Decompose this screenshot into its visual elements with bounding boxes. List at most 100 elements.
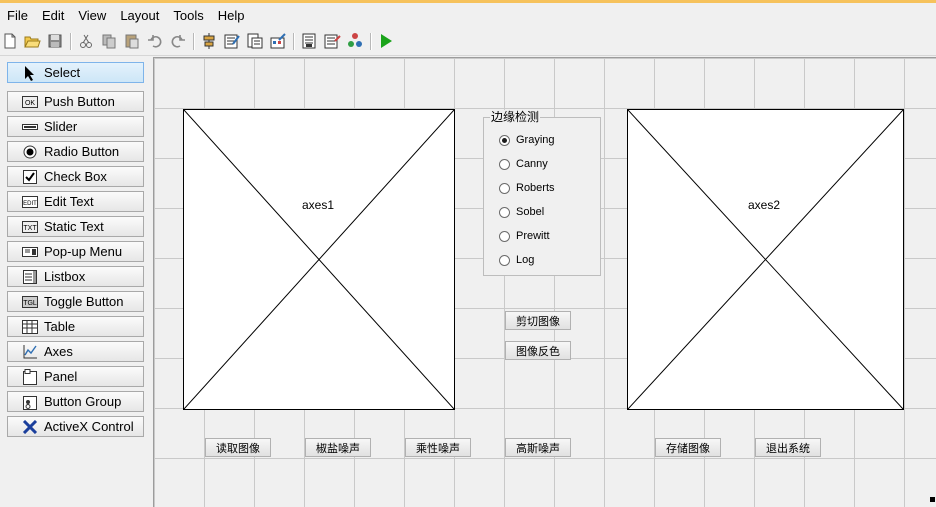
copy-icon[interactable] (100, 32, 118, 50)
toolbar-separator (193, 33, 195, 50)
palette-edit-text[interactable]: EDIT Edit Text (7, 191, 144, 212)
layout-canvas[interactable]: axes1 边缘检测 Graying Canny Roberts Sobel P… (153, 57, 936, 507)
gaussian-noise-button[interactable]: 高斯噪声 (505, 438, 571, 457)
menu-view[interactable]: View (71, 3, 113, 28)
menu-bar: File Edit View Layout Tools Help (0, 3, 936, 28)
radio-label: Log (516, 254, 535, 266)
palette-check-box[interactable]: Check Box (7, 166, 144, 187)
cut-icon[interactable] (77, 32, 95, 50)
edit-text-icon: EDIT (22, 194, 38, 210)
palette-axes[interactable]: Axes (7, 341, 144, 362)
invert-image-button[interactable]: 图像反色 (505, 341, 571, 360)
axes1-placeholder-cross (184, 110, 454, 409)
tab-order-icon[interactable] (246, 32, 264, 50)
menu-file[interactable]: File (0, 3, 35, 28)
undo-icon[interactable] (146, 32, 164, 50)
palette-label: Check Box (44, 169, 107, 184)
radio-indicator (499, 158, 510, 170)
check-box-icon (22, 169, 38, 185)
radio-indicator (499, 182, 510, 194)
listbox-icon (22, 269, 38, 285)
palette-panel[interactable]: Panel (7, 366, 144, 387)
crop-image-button[interactable]: 剪切图像 (505, 311, 571, 330)
slider-icon (22, 119, 38, 135)
radio-label: Prewitt (516, 230, 550, 242)
object-browser-icon[interactable] (346, 32, 364, 50)
redo-icon[interactable] (169, 32, 187, 50)
radio-graying[interactable]: Graying (499, 132, 555, 148)
multiplicative-noise-button[interactable]: 乘性噪声 (405, 438, 471, 457)
align-icon[interactable] (200, 32, 218, 50)
new-file-icon[interactable] (1, 32, 19, 50)
palette-button-group[interactable]: Button Group (7, 391, 144, 412)
pointer-icon (22, 65, 38, 81)
radio-sobel[interactable]: Sobel (499, 204, 544, 220)
palette-label: Panel (44, 369, 78, 384)
panel-title: 边缘检测 (490, 110, 541, 124)
radio-indicator (499, 254, 510, 266)
read-image-button[interactable]: 读取图像 (205, 438, 271, 457)
radio-label: Sobel (516, 206, 545, 218)
save-icon[interactable] (46, 32, 64, 50)
radio-indicator (499, 230, 510, 242)
palette-table[interactable]: Table (7, 316, 144, 337)
palette-radio-button[interactable]: Radio Button (7, 141, 144, 162)
axes-icon (22, 344, 38, 360)
canvas-resize-handle[interactable] (930, 497, 935, 502)
palette-slider[interactable]: Slider (7, 116, 144, 137)
palette-label: Radio Button (44, 144, 120, 159)
toolbar (0, 28, 936, 56)
axes2-label: axes2 (748, 198, 781, 212)
radio-button-icon (22, 144, 38, 160)
radio-label: Roberts (516, 182, 555, 194)
radio-canny[interactable]: Canny (499, 156, 548, 172)
panel-icon (22, 368, 38, 385)
palette-label: Axes (44, 344, 73, 359)
axes1-label: axes1 (302, 198, 335, 212)
palette-activex-control[interactable]: ActiveX Control (7, 416, 144, 437)
radio-label: Graying (516, 134, 555, 146)
toolbar-separator (293, 33, 295, 50)
palette-listbox[interactable]: Listbox (7, 266, 144, 287)
radio-label: Canny (516, 158, 548, 170)
toolbar-editor-icon[interactable] (269, 32, 287, 50)
activex-icon (22, 419, 38, 435)
palette-label: Button Group (44, 394, 122, 409)
menu-edit[interactable]: Edit (35, 3, 71, 28)
palette-push-button[interactable]: OK Push Button (7, 91, 144, 112)
palette-select[interactable]: Select (7, 62, 144, 83)
palette-popup-menu[interactable]: Pop-up Menu (7, 241, 144, 262)
open-folder-icon[interactable] (23, 32, 41, 50)
exit-system-button[interactable]: 退出系统 (755, 438, 821, 457)
palette-label: Slider (44, 119, 78, 134)
menu-tools[interactable]: Tools (166, 3, 210, 28)
axes1[interactable]: axes1 (183, 109, 455, 410)
button-group-icon (22, 394, 38, 410)
radio-prewitt[interactable]: Prewitt (499, 228, 550, 244)
palette-label: Push Button (44, 94, 115, 109)
radio-roberts[interactable]: Roberts (499, 180, 555, 196)
salt-pepper-noise-button[interactable]: 椒盐噪声 (305, 438, 371, 457)
palette-label: Toggle Button (44, 294, 124, 309)
radio-log[interactable]: Log (499, 252, 534, 268)
palette-label: Pop-up Menu (44, 244, 123, 259)
axes2[interactable]: axes2 (627, 109, 904, 410)
palette-badge-text: EDIT (23, 201, 37, 207)
save-image-button[interactable]: 存储图像 (655, 438, 721, 457)
paste-icon[interactable] (123, 32, 141, 50)
axes2-placeholder-cross (628, 110, 903, 409)
menu-help[interactable]: Help (211, 3, 252, 28)
edge-detection-panel[interactable]: 边缘检测 Graying Canny Roberts Sobel Prewitt… (483, 110, 601, 276)
toolbar-separator (70, 33, 72, 50)
m-file-editor-icon[interactable] (300, 32, 318, 50)
toolbar-separator (370, 33, 372, 50)
palette-static-text[interactable]: TXT Static Text (7, 216, 144, 237)
palette-label: Static Text (44, 219, 104, 234)
palette-toggle-button[interactable]: TGL Toggle Button (7, 291, 144, 312)
menu-layout[interactable]: Layout (113, 3, 166, 28)
run-icon[interactable] (377, 32, 395, 50)
property-inspector-icon[interactable] (323, 32, 341, 50)
menu-editor-icon[interactable] (223, 32, 241, 50)
component-palette: Select OK Push Button Slider Radio Butto… (0, 56, 152, 507)
static-text-icon: TXT (22, 219, 38, 235)
